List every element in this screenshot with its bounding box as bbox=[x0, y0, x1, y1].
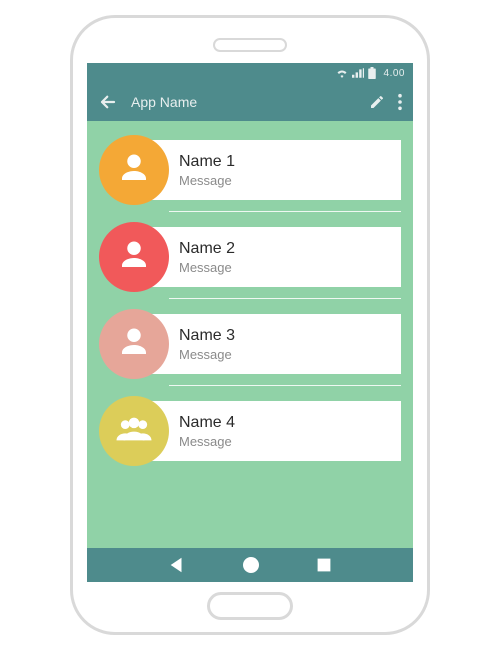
wifi-icon bbox=[336, 68, 348, 78]
contact-name: Name 1 bbox=[179, 152, 391, 171]
contact-card: Name 4 Message bbox=[149, 401, 401, 461]
contact-card: Name 3 Message bbox=[149, 314, 401, 374]
system-nav-bar bbox=[87, 548, 413, 582]
back-icon[interactable] bbox=[97, 93, 119, 111]
app-title: App Name bbox=[131, 94, 357, 110]
contact-name: Name 2 bbox=[179, 239, 391, 258]
divider bbox=[169, 211, 401, 212]
contact-message: Message bbox=[179, 347, 391, 363]
group-icon bbox=[113, 414, 155, 449]
list-item[interactable]: Name 2 Message bbox=[99, 222, 401, 299]
status-bar: 4.00 bbox=[87, 63, 413, 83]
contact-name: Name 3 bbox=[179, 326, 391, 345]
contact-message: Message bbox=[179, 260, 391, 276]
avatar bbox=[99, 396, 169, 466]
edit-icon[interactable] bbox=[369, 94, 385, 110]
status-time: 4.00 bbox=[384, 68, 405, 79]
app-bar: App Name bbox=[87, 83, 413, 121]
nav-recent-icon[interactable] bbox=[316, 557, 332, 573]
contact-name: Name 4 bbox=[179, 413, 391, 432]
avatar bbox=[99, 135, 169, 205]
avatar bbox=[99, 309, 169, 379]
nav-back-icon[interactable] bbox=[168, 556, 186, 574]
battery-icon bbox=[368, 67, 376, 79]
phone-home-button bbox=[207, 592, 293, 620]
person-icon bbox=[116, 324, 152, 365]
person-icon bbox=[116, 237, 152, 278]
list-item[interactable]: Name 3 Message bbox=[99, 309, 401, 386]
contact-message: Message bbox=[179, 173, 391, 189]
contact-message: Message bbox=[179, 434, 391, 450]
phone-earpiece bbox=[213, 38, 287, 52]
screen: 4.00 App Name bbox=[87, 63, 413, 582]
signal-icon bbox=[352, 68, 364, 78]
list-item[interactable]: Name 4 Message bbox=[99, 396, 401, 466]
contact-card: Name 1 Message bbox=[149, 140, 401, 200]
nav-home-icon[interactable] bbox=[241, 555, 261, 575]
divider bbox=[169, 298, 401, 299]
list-item[interactable]: Name 1 Message bbox=[99, 135, 401, 212]
person-icon bbox=[116, 150, 152, 191]
phone-frame: 4.00 App Name bbox=[70, 15, 430, 635]
contact-card: Name 2 Message bbox=[149, 227, 401, 287]
divider bbox=[169, 385, 401, 386]
avatar bbox=[99, 222, 169, 292]
overflow-menu-icon[interactable] bbox=[397, 93, 403, 111]
contact-list: Name 1 Message Name 2 Message bbox=[87, 121, 413, 466]
